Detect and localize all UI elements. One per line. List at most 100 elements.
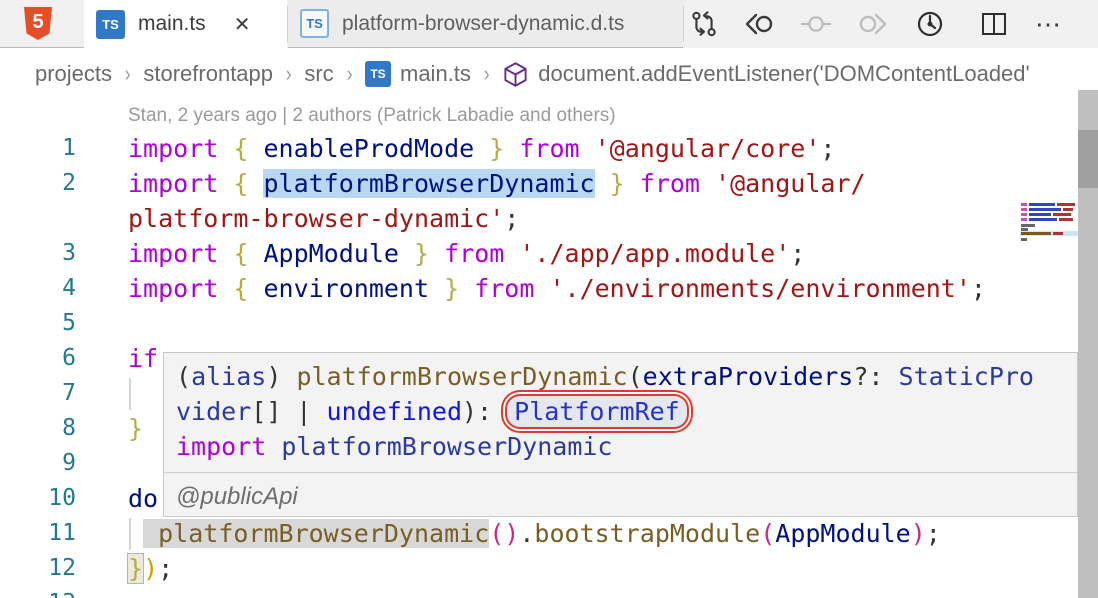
navigate-current-icon[interactable]: [800, 9, 832, 39]
tab-label: main.ts: [138, 12, 206, 35]
code-line[interactable]: platformBrowserDynamic().bootstrapModule…: [0, 516, 1015, 551]
tooltip-line: (alias) platformBrowserDynamic(extraProv…: [176, 359, 1077, 394]
code-token: do: [128, 484, 159, 513]
code-token: }: [429, 274, 460, 303]
code-line[interactable]: platform-browser-dynamic';: [0, 201, 1015, 236]
minimap-segment: [1021, 218, 1027, 221]
git-compare-icon[interactable]: [688, 9, 720, 39]
minimap-line: [1021, 238, 1029, 241]
code-token: '@angular/core': [594, 134, 821, 163]
code-token: (): [489, 519, 520, 548]
code-token: undefined: [326, 397, 462, 426]
breadcrumb-item-storefrontapp[interactable]: storefrontapp: [143, 61, 273, 87]
minimap-segment: [1063, 208, 1073, 211]
code-token: }: [474, 134, 505, 163]
tab-platform-browser-dynamic[interactable]: TS platform-browser-dynamic.d.ts: [288, 0, 683, 48]
code-token: }: [126, 553, 145, 584]
typescript-icon-outline: TS: [300, 9, 329, 38]
code-token: }: [128, 414, 144, 443]
typescript-icon: TS: [96, 9, 125, 39]
code-token: ): [143, 554, 159, 583]
code-token: from: [504, 134, 595, 163]
browser-favicon-area: 5: [0, 0, 84, 48]
breadcrumb-item-symbol[interactable]: document.addEventListener('DOMContentLoa…: [538, 61, 1029, 87]
code-token: from: [459, 274, 550, 303]
code-line[interactable]: import { platformBrowserDynamic } from '…: [0, 166, 1015, 201]
breadcrumb-item-src[interactable]: src: [304, 61, 333, 87]
minimap-segment: [1021, 238, 1027, 241]
code-token: (: [176, 362, 192, 391]
navigate-forward-icon[interactable]: [856, 9, 888, 39]
code-token: from: [624, 169, 716, 198]
code-token: import: [128, 274, 234, 303]
tooltip-line: vider[] | undefined): PlatformRef: [176, 394, 1077, 429]
code-token: platformBrowserDynamic: [143, 519, 490, 548]
scrollbar-thumb[interactable]: [1078, 130, 1098, 188]
minimap-segment: [1021, 224, 1035, 227]
code-line[interactable]: import { enableProdMode } from '@angular…: [0, 131, 1015, 166]
tab-bar: 5 TS main.ts ✕ TS platform-browser-dynam…: [0, 0, 1098, 48]
code-token: ?:: [853, 362, 899, 391]
minimap-segment: [1053, 232, 1063, 235]
code-line[interactable]: import { environment } from './environme…: [0, 271, 1015, 306]
code-token: ;: [820, 134, 836, 163]
run-icon[interactable]: [914, 9, 946, 39]
tooltip-line: import platformBrowserDynamic: [176, 429, 1077, 464]
scrollbar-track[interactable]: [1078, 90, 1098, 598]
code-token: enableProdMode: [263, 134, 475, 163]
tab-main-ts[interactable]: TS main.ts ✕: [84, 0, 287, 48]
minimap-segment: [1059, 218, 1073, 221]
code-token: platformBrowserDynamic: [281, 432, 613, 461]
code-token: import: [128, 169, 234, 198]
code-token: import: [176, 432, 282, 461]
more-actions-icon[interactable]: ⋯: [1033, 9, 1065, 39]
minimap-segment: [1057, 203, 1075, 206]
code-token: {: [233, 169, 264, 198]
minimap-line: [1021, 213, 1073, 216]
code-token: '@angular/: [715, 169, 866, 198]
chevron-right-icon: ›: [346, 61, 353, 86]
navigate-back-icon[interactable]: [744, 9, 776, 39]
minimap-segment: [1021, 208, 1027, 211]
code-token: platformBrowserDynamic: [263, 169, 595, 198]
code-token: [] |: [251, 397, 327, 426]
code-line[interactable]: import { AppModule } from './app/app.mod…: [0, 236, 1015, 271]
code-token: ;: [504, 204, 520, 233]
code-token: alias: [191, 362, 267, 391]
minimap-line: [1021, 208, 1075, 211]
code-token: AppModule: [775, 519, 911, 548]
code-token: {: [233, 274, 264, 303]
minimap-line: [1021, 224, 1037, 227]
code-token: vider: [176, 397, 252, 426]
indent-guide: [129, 518, 131, 550]
breadcrumb: projects › storefrontapp › src › TS main…: [0, 48, 1098, 100]
code-token: import: [128, 239, 234, 268]
code-token: {: [233, 239, 264, 268]
minimap-segment: [1021, 213, 1027, 216]
close-icon[interactable]: ✕: [234, 12, 251, 37]
chevron-right-icon: ›: [285, 61, 292, 86]
git-blame-annotation: Stan, 2 years ago | 2 authors (Patrick L…: [128, 105, 616, 126]
code-token: StaticPro: [898, 362, 1034, 391]
symbol-cube-icon: [502, 61, 529, 88]
tooltip-signature: (alias) platformBrowserDynamic(extraProv…: [164, 353, 1077, 468]
typescript-icon: TS: [365, 61, 391, 87]
chevron-right-icon: ›: [483, 61, 490, 86]
code-token: ;: [790, 239, 806, 268]
line-number: 13: [0, 586, 76, 598]
code-token: ;: [158, 554, 174, 583]
code-line[interactable]: });: [0, 551, 1015, 586]
code-token: import: [128, 134, 234, 163]
breadcrumb-item-projects[interactable]: projects: [35, 61, 112, 87]
minimap-line: [1021, 218, 1075, 221]
split-editor-icon[interactable]: [978, 9, 1010, 39]
minimap-line: [1021, 203, 1077, 206]
code-token: ;: [970, 274, 986, 303]
annotated-type-link[interactable]: PlatformRef: [507, 396, 687, 427]
code-editor[interactable]: Stan, 2 years ago | 2 authors (Patrick L…: [0, 100, 1098, 598]
line-number: 9: [62, 450, 76, 476]
minimap-segment: [1029, 213, 1051, 216]
breadcrumb-item-main-ts[interactable]: main.ts: [400, 61, 471, 87]
minimap-segment: [1029, 218, 1057, 221]
code-token: }: [398, 239, 430, 268]
